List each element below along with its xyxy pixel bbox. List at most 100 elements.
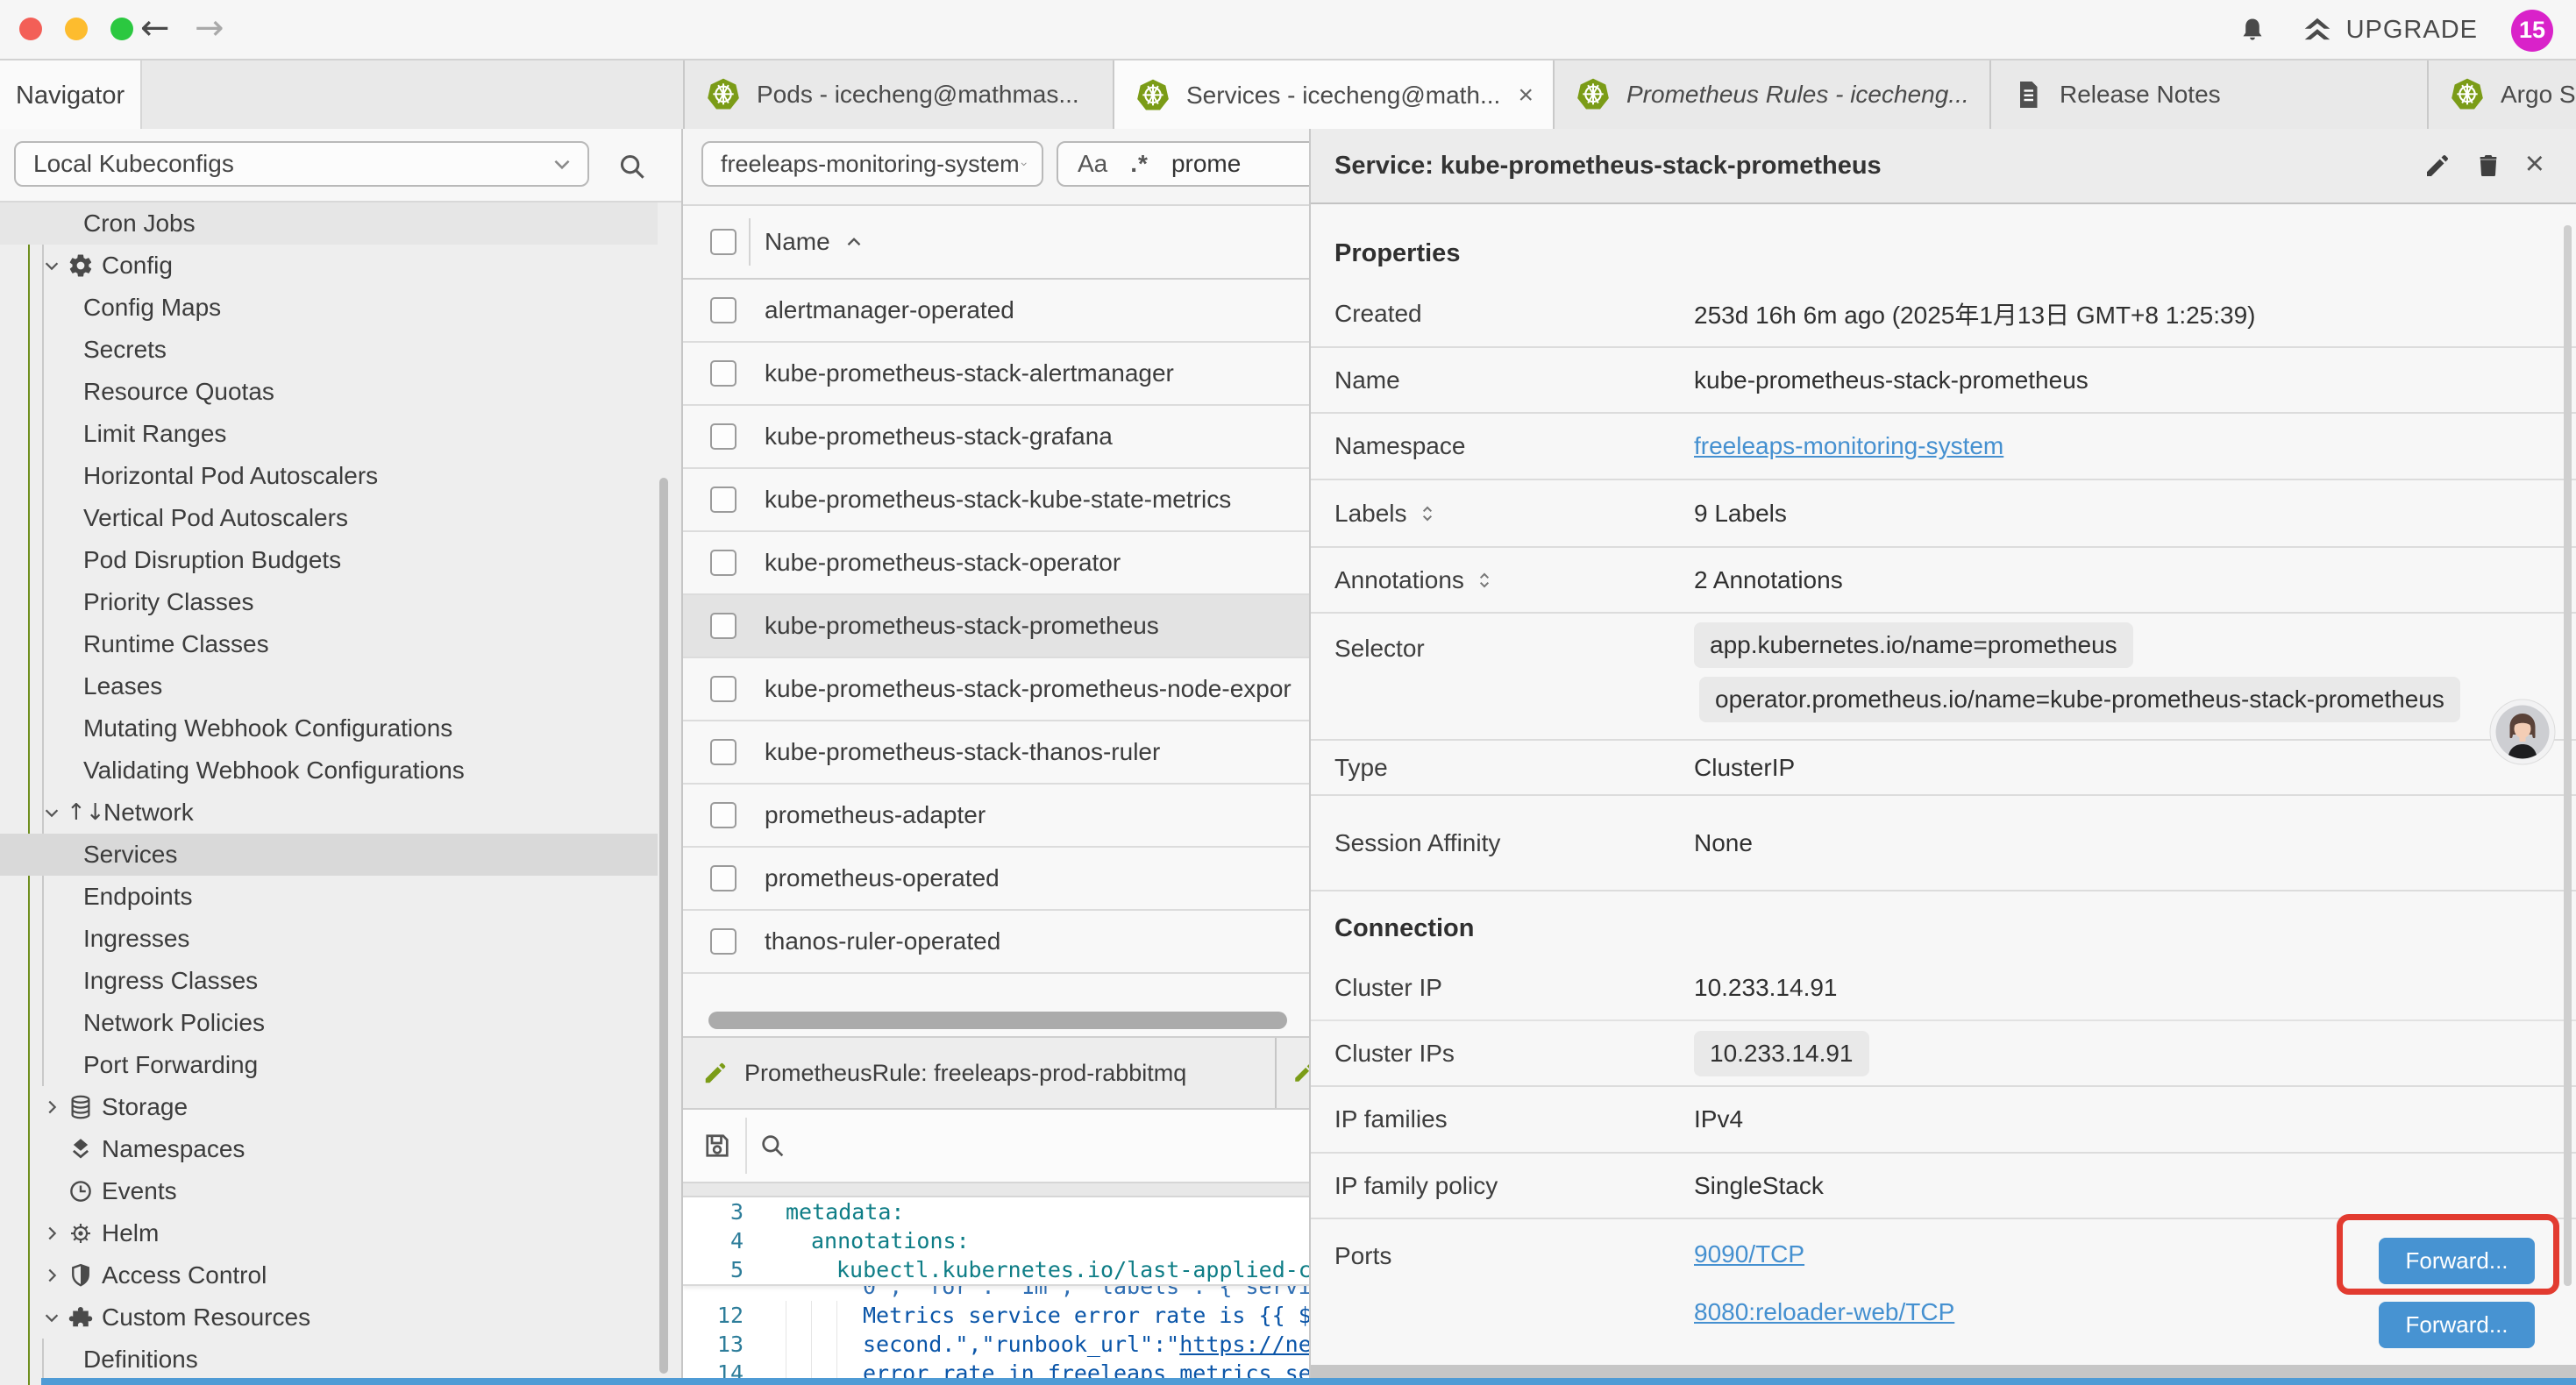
sidebar-item-ingresses[interactable]: Ingresses [0,918,683,960]
upgrade-button[interactable]: UPGRADE [2301,14,2478,47]
editor-tab-prometheusrule[interactable]: PrometheusRule: freeleaps-prod-rabbitmq [683,1038,1277,1108]
row-checkbox[interactable] [710,297,737,323]
table-row[interactable]: kube-prometheus-stack-operator [683,532,1309,595]
table-row[interactable]: kube-prometheus-stack-prometheus-node-ex… [683,658,1309,721]
forward-button-8080[interactable]: Forward... [2379,1302,2535,1348]
minimize-window-button[interactable] [65,18,88,40]
sidebar-item-access-control[interactable]: Access Control [0,1254,683,1296]
row-checkbox[interactable] [710,487,737,513]
tab-pods[interactable]: Pods - icecheng@mathmas... [683,60,1114,129]
port-link-9090[interactable]: 9090/TCP [1694,1240,1954,1268]
sidebar-item-events[interactable]: Events [0,1170,683,1212]
sidebar-item-port-forwarding[interactable]: Port Forwarding [0,1044,683,1086]
tab-release-notes[interactable]: Release Notes [1991,60,2429,129]
property-row-created: Created 253d 16h 6m ago (2025年1月13日 GMT+… [1311,281,2576,348]
search-icon[interactable] [616,150,649,183]
filter-input[interactable]: Aa .* prome [1057,141,1309,187]
horizontal-scrollbar[interactable] [708,1012,1287,1029]
forward-button-9090[interactable]: Forward... [2379,1238,2535,1284]
sidebar-item-namespaces[interactable]: Namespaces [0,1128,683,1170]
sidebar-item-services[interactable]: Services [0,834,683,876]
editor-tab-partial[interactable] [1280,1038,1309,1108]
sidebar-item-vertical-pod-autoscalers[interactable]: Vertical Pod Autoscalers [0,497,683,539]
sidebar-item-storage[interactable]: Storage [0,1086,683,1128]
sidebar-item-limit-ranges[interactable]: Limit Ranges [0,413,683,455]
clock-icon [67,1178,95,1204]
table-row[interactable]: kube-prometheus-stack-kube-state-metrics [683,469,1309,532]
delete-trash-icon[interactable] [2474,152,2502,180]
sidebar-item-network[interactable]: ↑↓ Network [0,792,683,834]
edit-pencil-icon[interactable] [2423,152,2451,180]
close-panel-icon[interactable]: × [2525,147,2544,181]
zoom-window-button[interactable] [110,18,133,40]
sidebar-item-cron-jobs[interactable]: Cron Jobs [0,202,683,245]
namespace-link[interactable]: freeleaps-monitoring-system [1694,432,2003,460]
namespace-selector[interactable]: freeleaps-monitoring-system [701,141,1043,187]
forward-button[interactable]: → [195,7,224,49]
sidebar-item-resource-quotas[interactable]: Resource Quotas [0,371,683,413]
sidebar-item-helm[interactable]: Helm [0,1212,683,1254]
case-sensitive-toggle[interactable]: Aa [1078,150,1107,178]
sidebar-item-horizontal-pod-autoscalers[interactable]: Horizontal Pod Autoscalers [0,455,683,497]
sidebar-item-pod-disruption-budgets[interactable]: Pod Disruption Budgets [0,539,683,581]
row-checkbox[interactable] [710,360,737,387]
sidebar-item-ingress-classes[interactable]: Ingress Classes [0,960,683,1002]
kubeconfig-selector[interactable]: Local Kubeconfigs [14,141,589,187]
tab-services[interactable]: Services - icecheng@math... × [1114,60,1555,131]
row-checkbox[interactable] [710,423,737,450]
row-checkbox[interactable] [710,739,737,765]
sort-ascending-icon[interactable] [843,231,865,253]
table-row[interactable]: alertmanager-operated [683,280,1309,343]
row-checkbox[interactable] [710,676,737,702]
sidebar-item-network-policies[interactable]: Network Policies [0,1002,683,1044]
back-button[interactable]: ← [140,7,170,49]
sidebar-item-config-maps[interactable]: Config Maps [0,287,683,329]
table-header: Name [683,206,1309,280]
tab-prometheus-rules[interactable]: Prometheus Rules - icecheng... [1555,60,1991,129]
table-row-selected[interactable]: kube-prometheus-stack-prometheus [683,595,1309,658]
table-row[interactable]: kube-prometheus-stack-grafana [683,406,1309,469]
user-avatar[interactable] [2489,699,2556,765]
detail-scrollbar[interactable] [2564,225,2572,1286]
sidebar-item-config[interactable]: Config [0,245,683,287]
table-row[interactable]: kube-prometheus-stack-alertmanager [683,343,1309,406]
tab-navigator[interactable]: Navigator [0,60,142,131]
sidebar-item-secrets[interactable]: Secrets [0,329,683,371]
sidebar-item-mutating-webhook-configurations[interactable]: Mutating Webhook Configurations [0,707,683,749]
sidebar-item-endpoints[interactable]: Endpoints [0,876,683,918]
row-checkbox[interactable] [710,550,737,576]
regex-toggle[interactable]: .* [1130,150,1149,178]
kubernetes-icon [1576,76,1611,113]
tab-strip: Navigator Pods - icecheng@mathmas... Ser… [0,60,2576,129]
sidebar-item-custom-resources[interactable]: Custom Resources [0,1296,683,1339]
notification-count-badge[interactable]: 15 [2511,10,2553,52]
row-checkbox[interactable] [710,928,737,955]
table-row[interactable]: prometheus-adapter [683,785,1309,848]
sidebar-item-validating-webhook-configurations[interactable]: Validating Webhook Configurations [0,749,683,792]
yaml-editor[interactable]: 3metadata: 4annotations: 5kubectl.kubern… [683,1197,1309,1385]
runbook-url-link[interactable]: https://net [1179,1332,1309,1357]
expand-collapse-icon[interactable] [1473,569,1496,592]
row-checkbox[interactable] [710,802,737,828]
chevron-down-icon [42,256,61,275]
expand-collapse-icon[interactable] [1416,502,1439,525]
notifications-bell-icon[interactable] [2238,16,2267,46]
port-link-8080[interactable]: 8080:reloader-web/TCP [1694,1298,1954,1326]
sidebar-item-leases[interactable]: Leases [0,665,683,707]
table-row[interactable]: thanos-ruler-operated [683,911,1309,974]
sidebar-item-runtime-classes[interactable]: Runtime Classes [0,623,683,665]
select-all-checkbox[interactable] [710,229,737,255]
close-window-button[interactable] [19,18,42,40]
table-row[interactable]: kube-prometheus-stack-thanos-ruler [683,721,1309,785]
close-tab-icon[interactable]: × [1518,81,1534,110]
tab-argo[interactable]: Argo Se [2429,60,2576,129]
save-icon[interactable] [701,1130,733,1161]
row-checkbox[interactable] [710,865,737,891]
row-checkbox[interactable] [710,613,737,639]
search-icon[interactable] [758,1131,787,1161]
sidebar-scrollbar[interactable] [659,478,668,1374]
sidebar-item-definitions[interactable]: Definitions [0,1339,683,1381]
sidebar-item-priority-classes[interactable]: Priority Classes [0,581,683,623]
name-column-header[interactable]: Name [765,228,830,256]
table-row[interactable]: prometheus-operated [683,848,1309,911]
